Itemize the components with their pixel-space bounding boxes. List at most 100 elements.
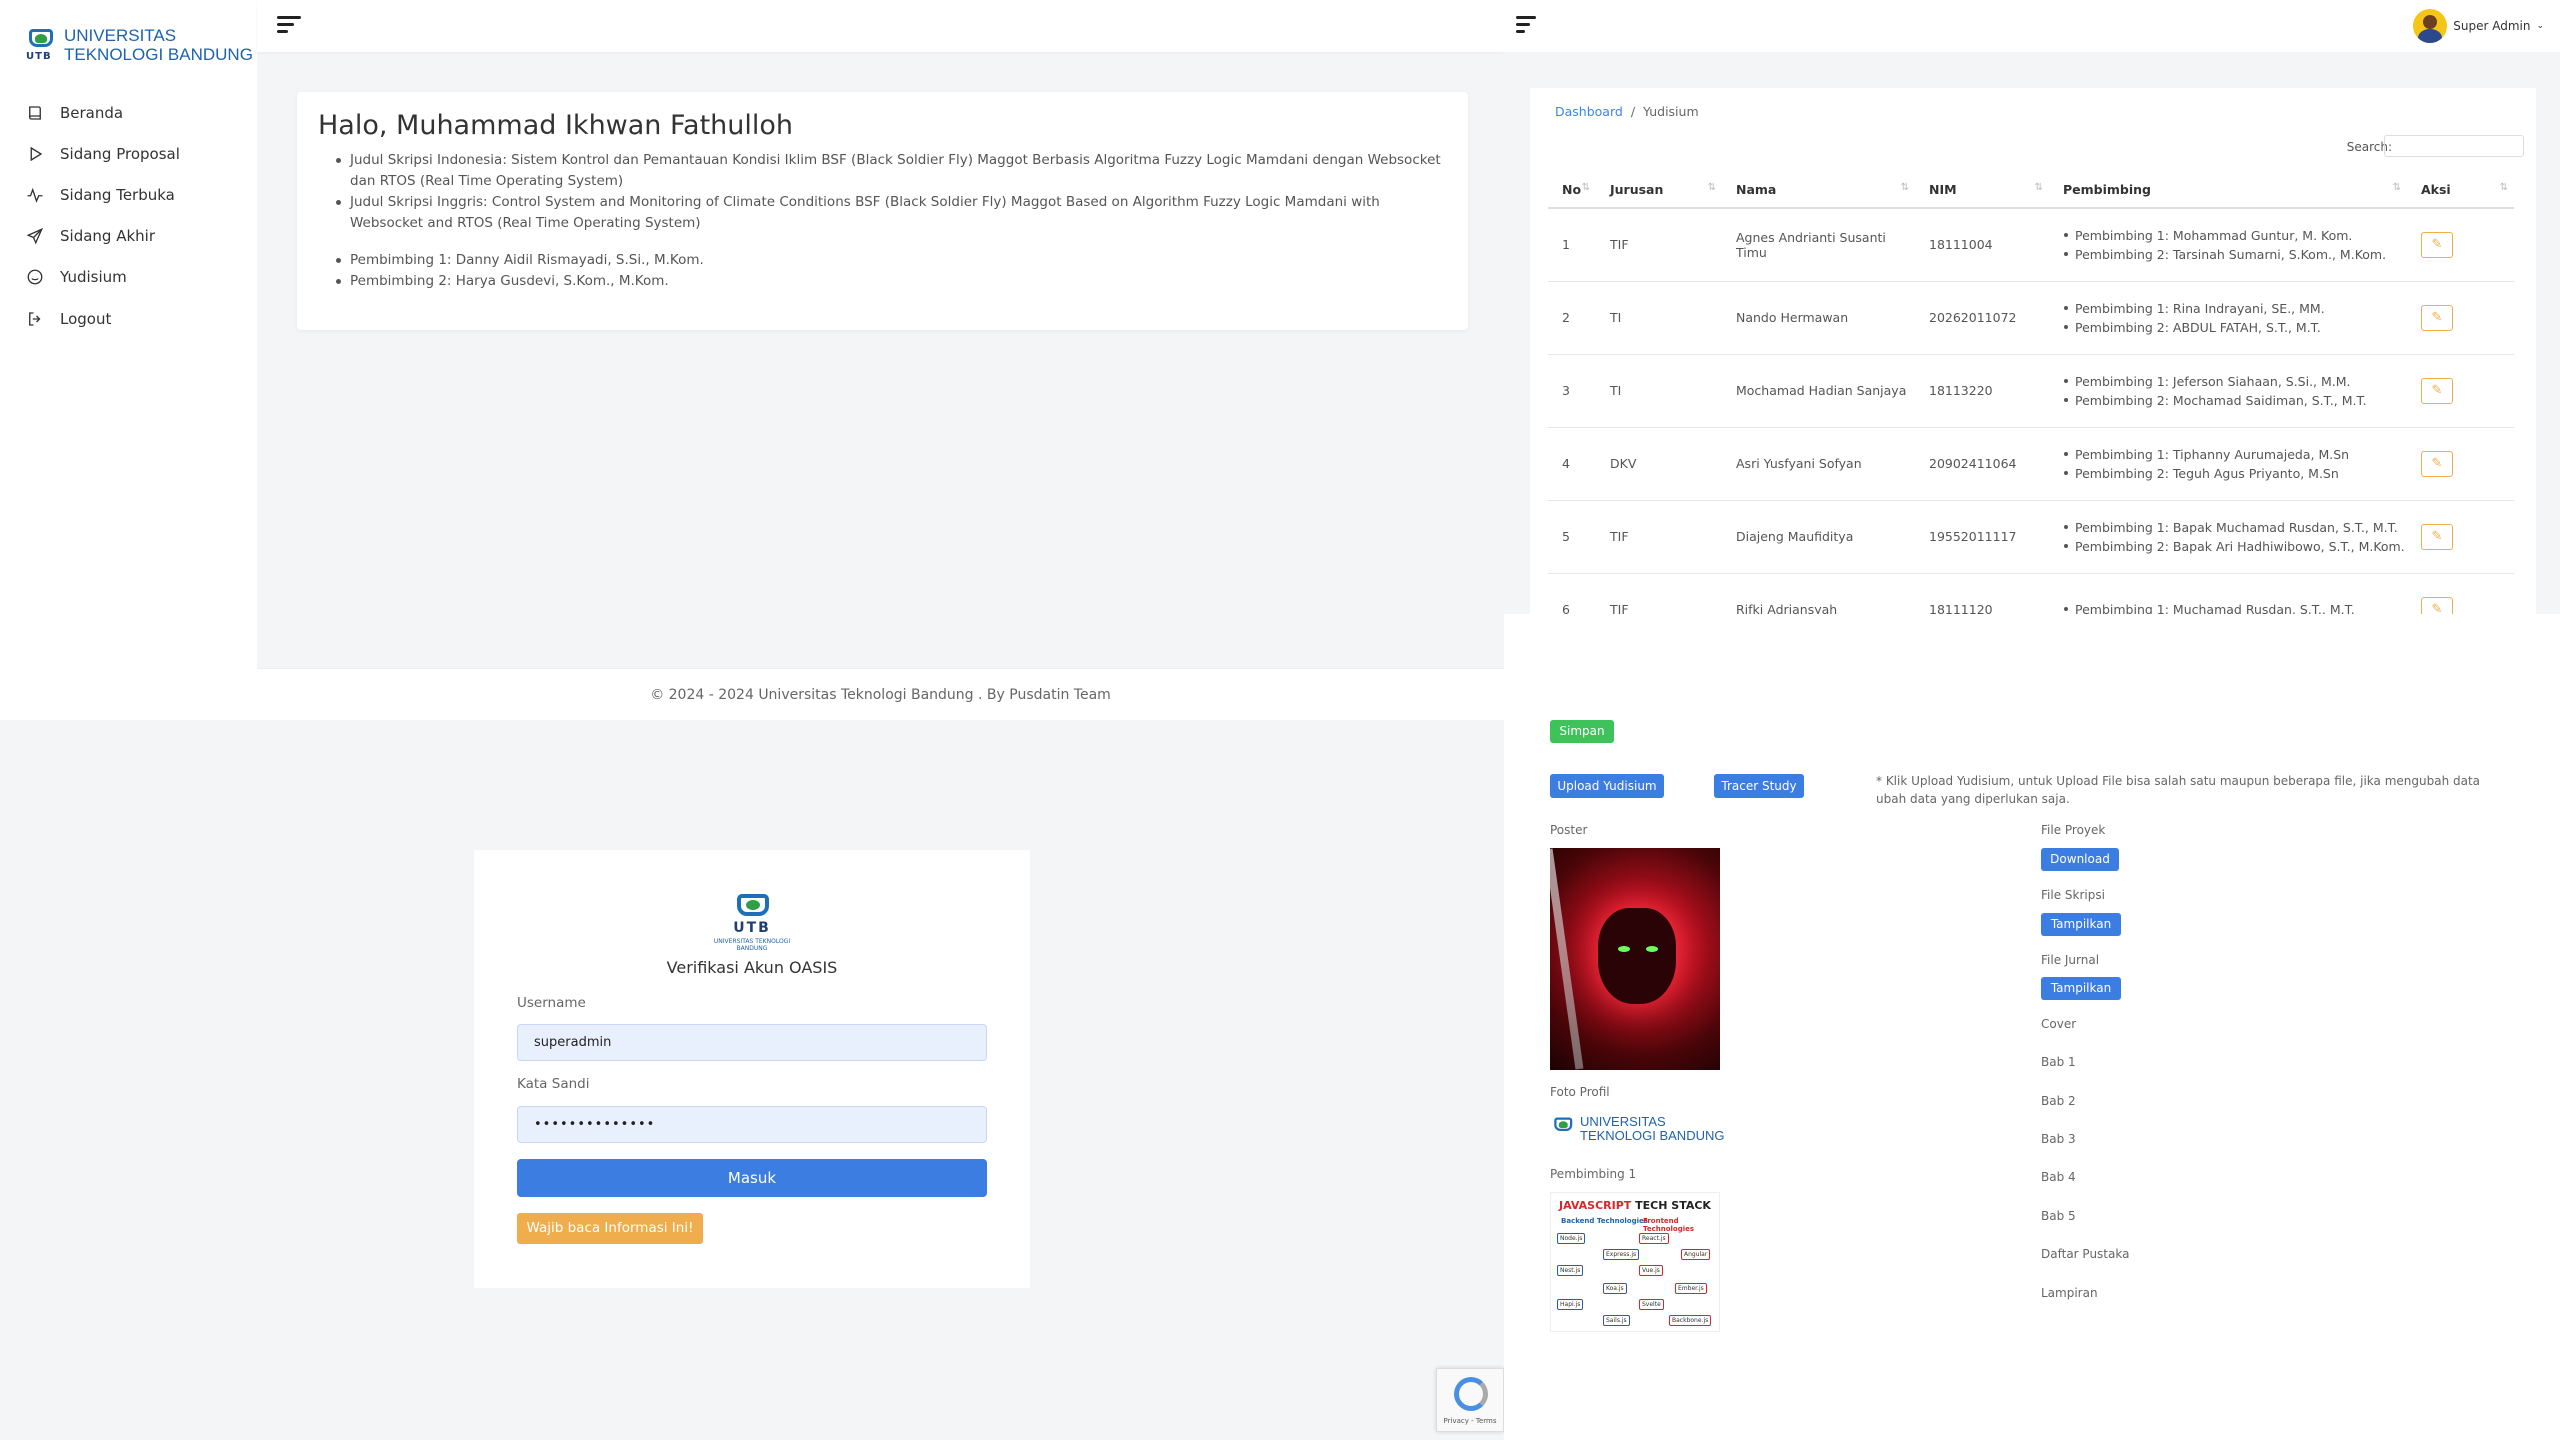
- menu-toggle-icon[interactable]: [277, 16, 301, 34]
- section-bab1: Bab 1: [2041, 1055, 2076, 1069]
- avatar: [2413, 9, 2448, 43]
- cell-nim: 18111004: [1915, 208, 2049, 282]
- user-name: Super Admin: [2453, 19, 2531, 33]
- sort-icon: ⇅: [2034, 182, 2043, 193]
- sidebar-item-logout[interactable]: Logout: [26, 310, 111, 328]
- menu-toggle-icon[interactable]: [1516, 16, 1536, 34]
- col-header-aksi[interactable]: Aksi ⇅: [2407, 172, 2514, 209]
- advisor-item: Pembimbing 1: Danny Aidil Rismayadi, S.S…: [334, 250, 704, 271]
- edit-icon[interactable]: ✎: [2421, 231, 2453, 258]
- col-header-pembimbing[interactable]: Pembimbing ⇅: [2049, 172, 2407, 209]
- table-row: 4 DKV Asri Yusfyani Sofyan 20902411064 P…: [1548, 427, 2514, 501]
- edit-icon[interactable]: ✎: [2421, 304, 2453, 331]
- advisor-list: Pembimbing 1: Danny Aidil Rismayadi, S.S…: [334, 250, 704, 292]
- edit-icon[interactable]: ✎: [2421, 596, 2453, 614]
- file-jurnal-label: File Jurnal: [2041, 953, 2100, 967]
- sidebar-item-sidang-terbuka[interactable]: Sidang Terbuka: [26, 186, 175, 204]
- utb-logo-icon: [1552, 1116, 1573, 1136]
- sort-icon: ⇅: [2499, 182, 2508, 193]
- sidebar-label: Yudisium: [60, 268, 127, 286]
- thesis-title-en: Judul Skripsi Inggris: Control System an…: [334, 192, 1444, 234]
- cell-nama: Agnes Andrianti Susanti Timu: [1722, 208, 1915, 282]
- table-row: 1 TIF Agnes Andrianti Susanti Timu 18111…: [1548, 208, 2514, 282]
- tech-chip: Hapi.js: [1557, 1299, 1584, 1310]
- breadcrumb: Dashboard / Yudisium: [1555, 104, 1699, 119]
- username-input[interactable]: superadmin: [517, 1024, 987, 1061]
- cell-no: 5: [1548, 500, 1596, 574]
- cell-pembimbing: Pembimbing 1: Mohammad Guntur, M. Kom. Pe…: [2049, 208, 2407, 282]
- tech-chip: Sails.js: [1603, 1315, 1630, 1326]
- thesis-list: Judul Skripsi Indonesia: Sistem Kontrol …: [334, 150, 1444, 234]
- recaptcha-links[interactable]: Privacy - Terms: [1437, 1417, 1503, 1425]
- username-label: Username: [517, 995, 586, 1011]
- col-header-nama[interactable]: Nama ⇅: [1722, 172, 1915, 209]
- sidebar: UTB UNIVERSITAS TEKNOLOGI BANDUNG Berand…: [0, 0, 257, 720]
- save-button[interactable]: Simpan: [1550, 720, 1614, 743]
- tech-chip: Vue.js: [1639, 1265, 1663, 1276]
- top-navbar-admin: Super Admin ⌄: [1504, 0, 2560, 52]
- edit-icon[interactable]: ✎: [2421, 523, 2453, 550]
- login-title: Verifikasi Akun OASIS: [666, 958, 838, 977]
- cell-nim: 19552011117: [1915, 500, 2049, 574]
- cell-pembimbing: Pembimbing 1: Tiphanny Aurumajeda, M.Sn P…: [2049, 427, 2407, 501]
- cell-jurusan: TI: [1596, 281, 1722, 355]
- tech-chip: Nest.js: [1557, 1265, 1584, 1276]
- advisor-item: Pembimbing 2: Harya Gusdevi, S.Kom., M.K…: [334, 271, 704, 292]
- recaptcha-badge[interactable]: Privacy - Terms: [1436, 1368, 1504, 1432]
- cell-nama: Diajeng Maufiditya: [1722, 500, 1915, 574]
- user-menu[interactable]: Super Admin ⌄: [2413, 9, 2544, 43]
- table-row: 3 TI Mochamad Hadian Sanjaya 18113220 Pe…: [1548, 354, 2514, 428]
- cell-aksi: ✎: [2407, 281, 2514, 355]
- cell-no: 3: [1548, 354, 1596, 428]
- tracer-study-button[interactable]: Tracer Study: [1714, 774, 1804, 798]
- cell-no: 4: [1548, 427, 1596, 501]
- advisor-approval-image[interactable]: JAVASCRIPT TECH STACK Backend Technologi…: [1550, 1192, 1720, 1332]
- techstack-title: JAVASCRIPT TECH STACK: [1559, 1199, 1711, 1212]
- file-skripsi-label: File Skripsi: [2041, 888, 2105, 902]
- show-jurnal-button[interactable]: Tampilkan: [2041, 977, 2121, 1000]
- col-header-nim[interactable]: NIM ⇅: [1915, 172, 2049, 209]
- sidebar-label: Sidang Akhir: [60, 227, 155, 245]
- cell-pembimbing: Pembimbing 1: Bapak Muchamad Rusdan, S.T…: [2049, 500, 2407, 574]
- cell-aksi: ✎: [2407, 500, 2514, 574]
- logo-line1: UNIVERSITAS: [64, 26, 177, 45]
- login-button[interactable]: Masuk: [517, 1159, 987, 1197]
- breadcrumb-dashboard[interactable]: Dashboard: [1555, 104, 1623, 119]
- poster-image[interactable]: [1550, 848, 1720, 1070]
- section-cover: Cover: [2041, 1017, 2077, 1031]
- download-button[interactable]: Download: [2041, 848, 2119, 871]
- sidebar-item-sidang-proposal[interactable]: Sidang Proposal: [26, 145, 180, 163]
- sidebar-item-yudisium[interactable]: Yudisium: [26, 268, 127, 286]
- recaptcha-icon: [1454, 1377, 1488, 1411]
- profile-photo[interactable]: UNIVERSITAS TEKNOLOGI BANDUNG: [1552, 1115, 1724, 1143]
- table-row: 6 TIF Rifki Adriansyah 18111120 Pembimbi…: [1548, 573, 2514, 614]
- frontend-heading: Frontend Technologies: [1643, 1217, 1695, 1233]
- upload-note: * Klik Upload Yudisium, untuk Upload Fil…: [1876, 774, 2481, 806]
- cell-nama: Rifki Adriansyah: [1722, 573, 1915, 614]
- search-input[interactable]: [2384, 135, 2524, 157]
- cell-jurusan: TIF: [1596, 500, 1722, 574]
- password-input[interactable]: ••••••••••••••: [517, 1106, 987, 1143]
- edit-icon[interactable]: ✎: [2421, 450, 2453, 477]
- yudisium-card: Dashboard / Yudisium Search: No ⇅ Jurusan…: [1530, 88, 2536, 614]
- cell-aksi: ✎: [2407, 208, 2514, 282]
- edit-icon[interactable]: ✎: [2421, 377, 2453, 404]
- cell-jurusan: TIF: [1596, 573, 1722, 614]
- sidebar-label: Sidang Terbuka: [60, 186, 175, 204]
- cell-pembimbing: Pembimbing 1: Rina Indrayani, SE., MM. Pe…: [2049, 281, 2407, 355]
- greeting-card: Halo, Muhammad Ikhwan Fathulloh Judul Sk…: [297, 92, 1468, 330]
- logo-line2: TEKNOLOGI BANDUNG: [64, 45, 253, 64]
- col-header-no[interactable]: No ⇅: [1548, 172, 1596, 209]
- show-skripsi-button[interactable]: Tampilkan: [2041, 913, 2121, 936]
- university-logo[interactable]: UTB UNIVERSITAS TEKNOLOGI BANDUNG: [26, 26, 253, 64]
- sidebar-item-beranda[interactable]: Beranda: [26, 104, 123, 122]
- col-header-jurusan[interactable]: Jurusan ⇅: [1596, 172, 1722, 209]
- upload-yudisium-button[interactable]: Upload Yudisium: [1550, 774, 1664, 798]
- section-bab3: Bab 3: [2041, 1132, 2076, 1146]
- password-label: Kata Sandi: [517, 1076, 590, 1092]
- info-button[interactable]: Wajib baca Informasi Ini!: [517, 1213, 703, 1244]
- top-navbar: [257, 0, 1504, 52]
- sidebar-item-sidang-akhir[interactable]: Sidang Akhir: [26, 227, 155, 245]
- cell-nim: 18111120: [1915, 573, 2049, 614]
- section-bab2: Bab 2: [2041, 1094, 2076, 1108]
